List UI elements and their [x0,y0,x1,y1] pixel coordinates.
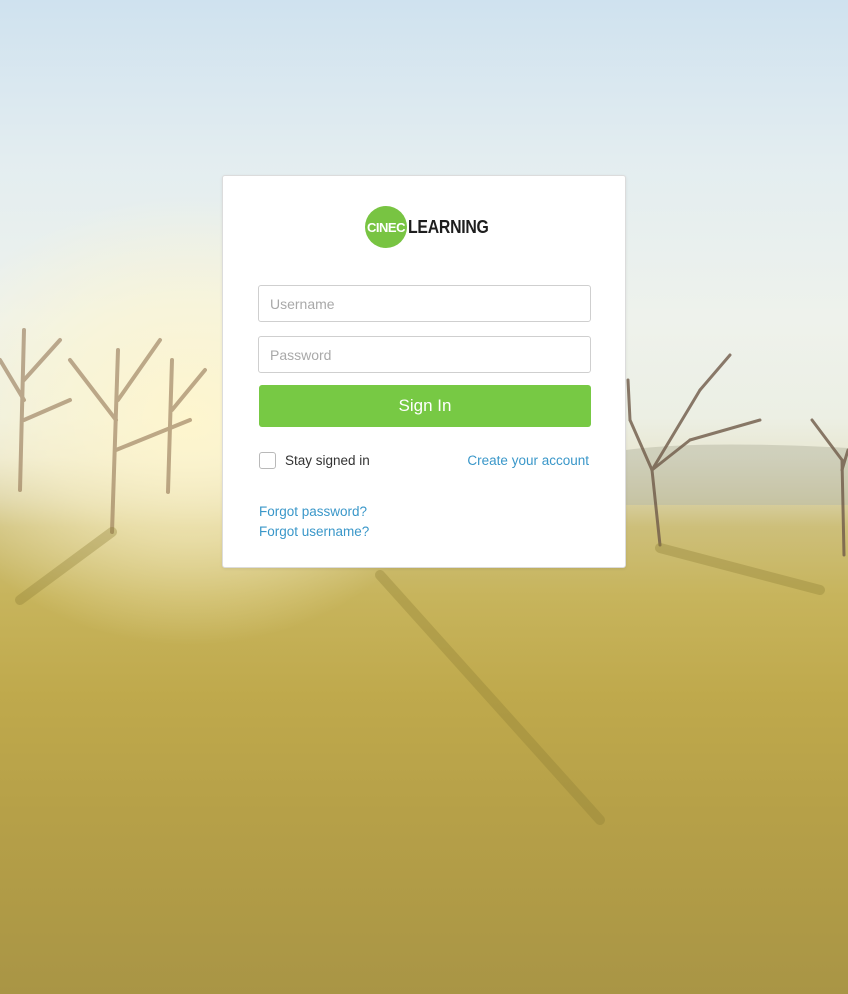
stay-signed-in-checkbox[interactable] [259,452,276,469]
sign-in-button[interactable]: Sign In [259,385,591,427]
login-card: CINEC LEARNING Sign In Stay signed in Cr… [222,175,626,568]
logo-text: LEARNING [408,216,489,237]
create-account-link[interactable]: Create your account [467,453,589,468]
stay-signed-in-label: Stay signed in [285,453,370,468]
stay-signed-in[interactable]: Stay signed in [259,452,370,469]
password-input[interactable] [258,336,591,373]
forgot-password-link[interactable]: Forgot password? [259,504,367,519]
forgot-username-link[interactable]: Forgot username? [259,524,369,539]
logo-badge: CINEC [365,206,407,248]
logo: CINEC LEARNING [365,205,500,249]
username-input[interactable] [258,285,591,322]
